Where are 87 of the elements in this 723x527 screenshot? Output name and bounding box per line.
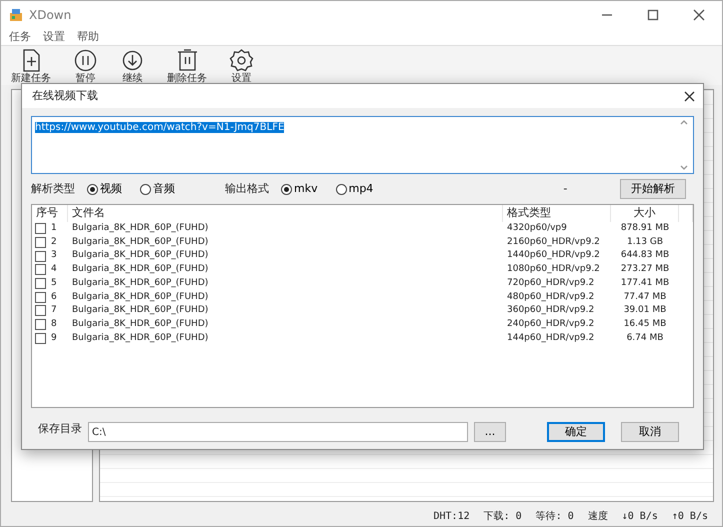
status-text: 下载: 0 xyxy=(484,510,522,524)
table-cell-text: Bulgaria_8K_HDR_60P_(FUHD) xyxy=(72,249,208,262)
menu-item[interactable]: 设置 xyxy=(43,28,65,46)
table-cell-text: 39.01 MB xyxy=(624,304,666,318)
checkbox[interactable] xyxy=(35,305,46,316)
table-cell-text: 8 xyxy=(51,318,57,331)
toolbar-button[interactable]: 新建任务 xyxy=(11,48,51,85)
table-cell-text: 4 xyxy=(51,263,57,276)
table-cell-text: 77.47 MB xyxy=(624,290,666,304)
table-cell-text: 878.91 MB xyxy=(620,222,670,236)
checkbox[interactable] xyxy=(35,319,46,330)
table-cell-text: Bulgaria_8K_HDR_60P_(FUHD) xyxy=(72,304,208,318)
browse-button[interactable]: ... xyxy=(474,422,506,442)
table-cell-text: 2 xyxy=(51,236,57,249)
table-cell-text: Bulgaria_8K_HDR_60P_(FUHD) xyxy=(72,332,208,345)
table-cell-text: 144p60_HDR/vp9.2 xyxy=(507,332,594,345)
table-cell-text: 720p60_HDR/vp9.2 xyxy=(507,276,594,290)
table-cell-text: 177.41 MB xyxy=(620,276,670,290)
table-cell-text: 2160p60_HDR/vp9.2 xyxy=(507,236,600,249)
table-cell-text: 1 xyxy=(51,222,57,236)
radio-option[interactable]: mkv xyxy=(281,180,318,198)
table-cell-text: 1440p60_HDR/vp9.2 xyxy=(507,249,600,262)
table-cell-text: 5 xyxy=(51,276,57,290)
radio-option[interactable]: 视频 xyxy=(87,180,122,198)
parse-button[interactable]: 开始解析 xyxy=(620,179,686,199)
scroll-up-icon[interactable] xyxy=(680,120,688,125)
checkbox[interactable] xyxy=(35,292,46,303)
checkbox[interactable] xyxy=(35,332,46,344)
scroll-down-icon[interactable] xyxy=(680,165,688,170)
column-header[interactable]: 文件名 xyxy=(68,205,503,222)
checkbox[interactable] xyxy=(35,278,46,290)
status-text: - xyxy=(563,180,568,197)
dialog-title: 在线视频下载 xyxy=(32,88,98,104)
maximize-icon[interactable] xyxy=(647,9,659,21)
dialog-button[interactable]: 确定 xyxy=(547,422,605,442)
option-label: 解析类型 xyxy=(31,180,75,197)
save-path-field[interactable]: C:\ xyxy=(88,422,468,442)
status-text: DHT:12 xyxy=(434,510,470,524)
table-cell-text: 1.13 GB xyxy=(626,236,664,249)
table-cell-text: Bulgaria_8K_HDR_60P_(FUHD) xyxy=(72,263,208,276)
table-cell-text: 16.45 MB xyxy=(624,318,666,331)
status-text: 速度 xyxy=(588,510,608,524)
status-text: ↑0 B/s xyxy=(672,510,708,524)
option-label: 输出格式 xyxy=(225,180,269,197)
table-cell-text: 273.27 MB xyxy=(620,263,670,276)
radio-option[interactable]: mp4 xyxy=(336,180,374,198)
gear-icon xyxy=(229,48,254,73)
table-cell-text: 7 xyxy=(51,304,57,318)
column-header[interactable]: 格式类型 xyxy=(503,205,611,222)
table-cell-text: 3 xyxy=(51,249,57,262)
table-cell-text: Bulgaria_8K_HDR_60P_(FUHD) xyxy=(72,276,208,290)
window-title: XDown xyxy=(29,7,72,24)
toolbar-button[interactable]: 暂停 xyxy=(73,48,98,85)
column-header[interactable]: 大小 xyxy=(611,205,679,222)
table-cell-text: 240p60_HDR/vp9.2 xyxy=(507,318,594,331)
close-icon[interactable] xyxy=(684,90,695,102)
table-cell-text: Bulgaria_8K_HDR_60P_(FUHD) xyxy=(72,290,208,304)
column-header[interactable]: 序号 xyxy=(32,205,68,222)
table-cell-text: 6 xyxy=(51,290,57,304)
table-cell-text: 9 xyxy=(51,332,57,345)
table-cell-text: 6.74 MB xyxy=(626,332,664,345)
status-text: ↓0 B/s xyxy=(622,510,658,524)
checkbox[interactable] xyxy=(35,223,46,234)
app-logo-icon xyxy=(9,8,23,22)
menu-item[interactable]: 任务 xyxy=(9,28,31,46)
close-icon[interactable] xyxy=(693,9,705,21)
table-cell-text: 4320p60/vp9 xyxy=(507,222,567,236)
checkbox[interactable] xyxy=(35,250,46,262)
dialog-button[interactable]: 取消 xyxy=(621,422,679,442)
table-cell-text: Bulgaria_8K_HDR_60P_(FUHD) xyxy=(72,222,208,236)
pause-icon xyxy=(73,48,98,73)
toolbar-button[interactable]: 删除任务 xyxy=(167,48,207,85)
menu-item[interactable]: 帮助 xyxy=(77,28,99,46)
table-cell-text: 1080p60_HDR/vp9.2 xyxy=(507,263,600,276)
save-dir-label: 保存目录 xyxy=(38,420,82,437)
radio-option[interactable]: 音频 xyxy=(140,180,175,198)
table-cell-text: 360p60_HDR/vp9.2 xyxy=(507,304,594,318)
url-field[interactable]: https://www.youtube.com/watch?v=N1-Jmq7BLFE xyxy=(31,116,694,174)
checkbox[interactable] xyxy=(35,237,46,248)
toolbar-button[interactable]: 继续 xyxy=(120,48,145,85)
table-cell-text: Bulgaria_8K_HDR_60P_(FUHD) xyxy=(72,318,208,331)
toolbar-button[interactable]: 设置 xyxy=(229,48,254,85)
checkbox[interactable] xyxy=(35,264,46,276)
table-cell-text: 480p60_HDR/vp9.2 xyxy=(507,290,594,304)
table-cell-text: Bulgaria_8K_HDR_60P_(FUHD) xyxy=(72,236,208,249)
table-cell-text: 644.83 MB xyxy=(620,249,670,262)
status-text: 等待: 0 xyxy=(536,510,574,524)
